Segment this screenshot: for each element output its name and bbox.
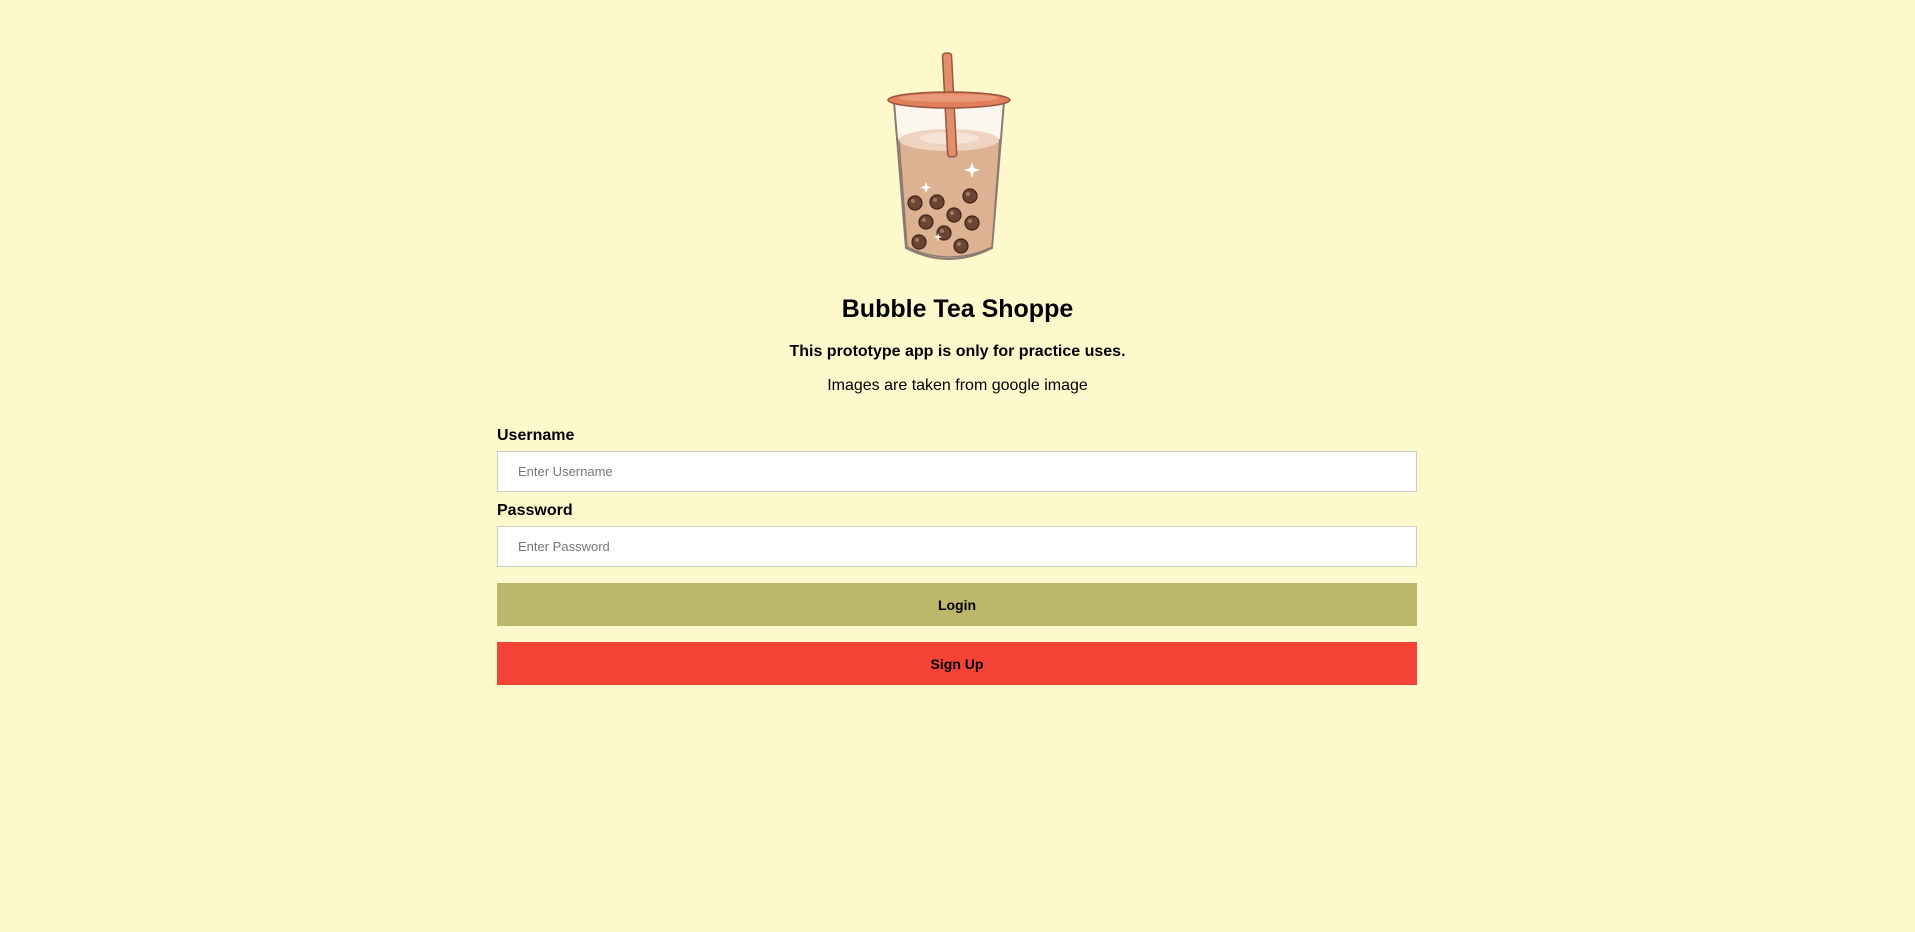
bubble-tea-icon xyxy=(887,52,1011,260)
password-input[interactable] xyxy=(497,526,1417,567)
page-title: Bubble Tea Shoppe xyxy=(841,295,1074,323)
field-spacer xyxy=(497,492,1417,500)
signup-button[interactable]: Sign Up xyxy=(497,642,1417,685)
username-input[interactable] xyxy=(497,451,1417,492)
username-label: Username xyxy=(497,427,575,444)
login-button[interactable]: Login xyxy=(497,583,1417,626)
image-credit-text: Images are taken from google image xyxy=(827,377,1088,394)
disclaimer-text: This prototype app is only for practice … xyxy=(789,343,1126,360)
password-label: Password xyxy=(497,502,573,519)
login-form: Username Password Login Sign Up xyxy=(497,425,1417,685)
login-page: Bubble Tea Shoppe This prototype app is … xyxy=(0,0,1915,932)
